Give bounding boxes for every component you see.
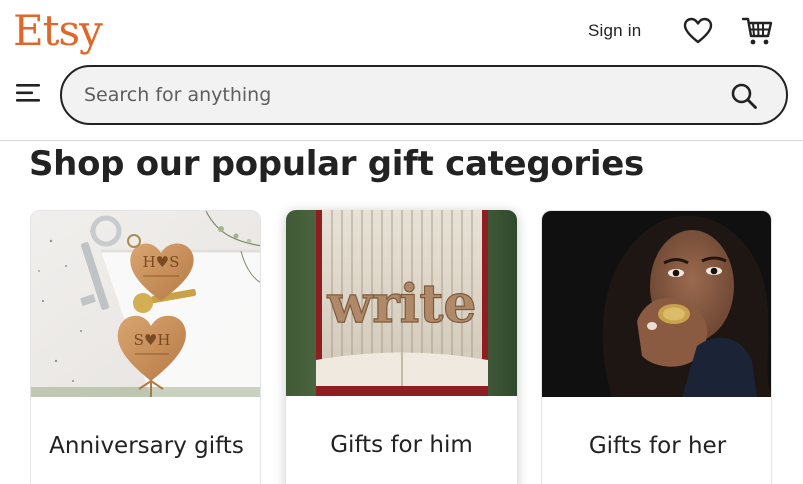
- sign-in-link[interactable]: Sign in: [588, 21, 641, 41]
- search-bar: [60, 65, 788, 125]
- cart-icon[interactable]: [741, 15, 773, 47]
- category-card-anniversary-gifts[interactable]: H♥S S♥H Anniversary gifts: [30, 210, 261, 484]
- category-card-gifts-for-her[interactable]: Gifts for her: [541, 210, 772, 484]
- svg-text:S♥H: S♥H: [134, 331, 171, 349]
- etsy-logo[interactable]: Etsy: [13, 6, 103, 55]
- svg-text:write: write: [326, 274, 476, 335]
- wooden-heart-keyrings-photo: H♥S S♥H: [31, 211, 260, 397]
- svg-text:H♥S: H♥S: [143, 253, 180, 271]
- hamburger-menu-icon[interactable]: [16, 82, 42, 104]
- search-icon[interactable]: [730, 82, 758, 110]
- search-input[interactable]: [84, 81, 684, 109]
- section-title: Shop our popular gift categories: [29, 144, 644, 184]
- category-card-gifts-for-him[interactable]: write Gifts for him: [286, 210, 517, 484]
- folded-book-write-photo: write: [286, 210, 517, 396]
- category-label: Anniversary gifts: [49, 432, 244, 459]
- category-label: Gifts for him: [330, 431, 473, 458]
- site-header: Etsy Sign in: [0, 0, 803, 141]
- woman-with-ring-photo: [542, 211, 771, 397]
- category-label: Gifts for her: [588, 432, 727, 459]
- heart-icon[interactable]: [683, 17, 713, 45]
